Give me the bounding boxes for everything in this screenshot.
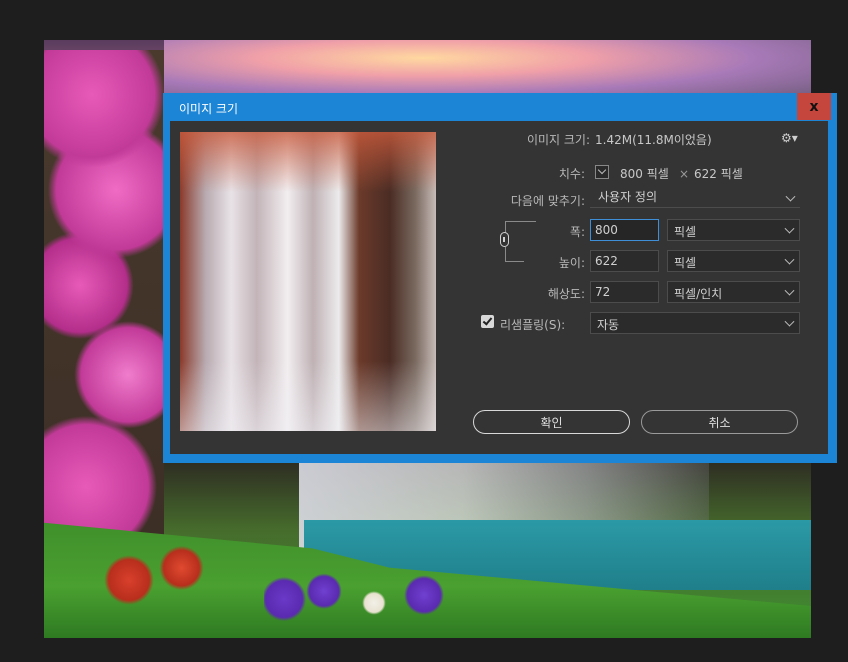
height-input[interactable]: 622: [590, 250, 659, 272]
resolution-label: 해상도:: [547, 287, 585, 301]
height-value: 622: [595, 254, 618, 268]
width-unit: 픽셀: [674, 225, 697, 239]
gear-icon[interactable]: ⚙▾: [781, 131, 798, 145]
image-preview[interactable]: [180, 132, 436, 431]
dialog-content: 이미지 크기: 1.42M(11.8M이었음) ⚙▾ 치수: 800 픽셀 × …: [170, 121, 828, 454]
resample-label: 리샘플링(S):: [500, 318, 566, 332]
cancel-button-label: 취소: [708, 415, 731, 430]
width-input[interactable]: 800: [590, 219, 659, 241]
link-bracket: [505, 221, 536, 233]
resample-checkbox[interactable]: [481, 315, 494, 328]
dimensions-times: ×: [679, 167, 690, 181]
canvas-red-flowers: [84, 540, 234, 620]
close-icon: x: [809, 98, 819, 115]
resolution-unit-select[interactable]: 픽셀/인치: [667, 281, 800, 303]
height-label: 높이:: [558, 256, 585, 270]
height-unit: 픽셀: [674, 256, 697, 270]
canvas-lupine-flowers: [264, 560, 464, 638]
chevron-down-icon: [784, 285, 795, 296]
resample-value: 자동: [597, 318, 620, 332]
fit-to-value: 사용자 정의: [598, 190, 658, 204]
chain-link-icon[interactable]: [500, 232, 509, 247]
fit-to-label: 다음에 맞추기:: [510, 194, 585, 208]
dialog-titlebar[interactable]: 이미지 크기 x: [163, 93, 837, 121]
chevron-down-icon[interactable]: [595, 165, 609, 179]
width-value: 800: [595, 223, 618, 237]
dimensions-height: 622 픽셀: [694, 167, 743, 181]
image-size-label: 이미지 크기:: [526, 133, 590, 147]
fit-to-select[interactable]: 사용자 정의: [590, 188, 800, 208]
chevron-down-icon: [784, 254, 795, 265]
ok-button[interactable]: 확인: [473, 410, 630, 434]
chevron-down-icon: [785, 191, 796, 202]
chevron-down-icon: [784, 223, 795, 234]
link-bracket: [505, 247, 524, 262]
image-size-value: 1.42M(11.8M이었음): [595, 133, 712, 147]
resolution-input[interactable]: 72: [590, 281, 659, 303]
width-label: 폭:: [569, 225, 585, 239]
height-unit-select[interactable]: 픽셀: [667, 250, 800, 272]
close-button[interactable]: x: [797, 93, 831, 120]
resample-select[interactable]: 자동: [590, 312, 800, 334]
chevron-down-icon: [784, 316, 795, 327]
width-unit-select[interactable]: 픽셀: [667, 219, 800, 241]
image-size-dialog: 이미지 크기 x 이미지 크기: 1.42M(11.8M이었음) ⚙▾ 치수: …: [163, 93, 837, 463]
ok-button-label: 확인: [540, 415, 563, 430]
resolution-value: 72: [595, 285, 611, 299]
dimensions-width: 800 픽셀: [620, 167, 669, 181]
canvas-sky: [164, 40, 811, 100]
resolution-unit: 픽셀/인치: [674, 287, 723, 301]
dialog-title: 이미지 크기: [179, 102, 239, 116]
cancel-button[interactable]: 취소: [641, 410, 798, 434]
dimensions-label: 치수:: [558, 167, 585, 181]
